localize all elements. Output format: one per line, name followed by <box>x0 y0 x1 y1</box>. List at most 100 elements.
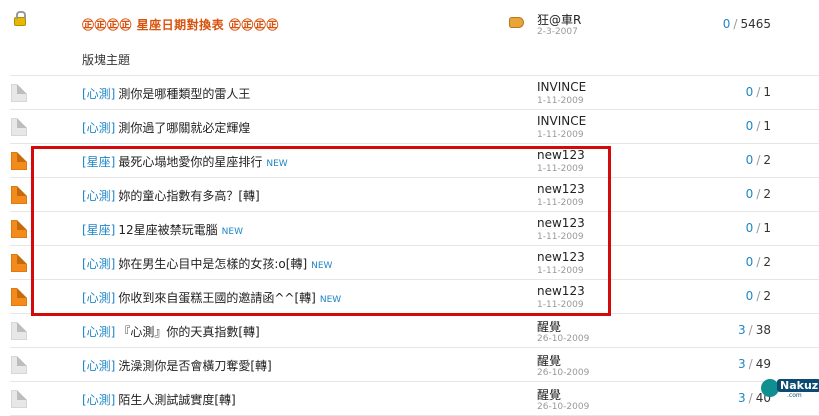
thread-category-tag[interactable]: [心測] <box>82 189 115 203</box>
thread-icon <box>11 390 27 408</box>
count-separator: / <box>756 119 761 133</box>
thread-row[interactable]: [星座] 12星座被禁玩電腦 NEW new123 1-11-2009 0/1 <box>10 212 819 246</box>
reply-count: 0 <box>745 153 754 167</box>
watermark-brand: Nakuz <box>777 379 819 392</box>
hot-thread-icon <box>11 152 27 170</box>
thread-title[interactable]: 妳的童心指數有多高？[轉] <box>118 189 259 203</box>
count-separator: / <box>756 255 761 269</box>
thread-date: 1-11-2009 <box>537 198 584 208</box>
thread-title[interactable]: 你收到來自蛋糕王國的邀請函^^[轉] <box>118 291 315 305</box>
hot-thread-icon <box>11 254 27 272</box>
thread-title[interactable]: 測你過了哪關就必定輝煌 <box>118 121 250 135</box>
reply-count: 0 <box>722 17 731 31</box>
count-separator: / <box>748 323 753 337</box>
thread-counts: 0/2 <box>746 289 771 303</box>
thread-date: 1-11-2009 <box>537 266 584 276</box>
thread-counts: 0/1 <box>746 85 771 99</box>
thread-title[interactable]: 『心測』你的天真指數[轉] <box>118 325 259 339</box>
thread-row[interactable]: [心測] 妳在男生心目中是怎樣的女孩:o[轉] NEW new123 1-11-2009… <box>10 246 819 280</box>
thread-category-tag[interactable]: [心測] <box>82 121 115 135</box>
hot-thread-icon <box>11 220 27 238</box>
thread-counts: 0/1 <box>746 221 771 235</box>
thread-author[interactable]: new123 <box>537 250 585 264</box>
thread-title-cell: [心測] 洗澡測你是否會橫刀奪愛[轉] <box>82 357 276 374</box>
thread-row[interactable]: [心測] 測你過了哪關就必定輝煌 INVINCE 1-11-2009 0/1 <box>10 110 819 144</box>
thread-row[interactable]: [心測] 妳的童心指數有多高？[轉] new123 1-11-2009 0/2 <box>10 178 819 212</box>
thread-date: 1-11-2009 <box>537 300 584 310</box>
thread-title[interactable]: 洗澡測你是否會橫刀奪愛[轉] <box>118 359 271 373</box>
thread-row[interactable]: [星座] 最死心塌地愛你的星座排行 NEW new123 1-11-2009 0/2 <box>10 144 819 178</box>
section-header: 版塊主題 <box>10 42 819 76</box>
thread-category-tag[interactable]: [心測] <box>82 359 115 373</box>
thread-author[interactable]: new123 <box>537 216 585 230</box>
thread-author[interactable]: 醒覺 <box>537 352 561 369</box>
thread-title-cell: [心測] 測你是哪種類型的雷人王 <box>82 85 254 102</box>
thread-counts: 0/2 <box>746 187 771 201</box>
thread-counts: 0/2 <box>746 255 771 269</box>
thread-row[interactable]: [心測] 你收到來自蛋糕王國的邀請函^^[轉] NEW new123 1-11-2009… <box>10 280 819 314</box>
watermark-logo: Nakuz .com <box>761 377 819 399</box>
thread-counts: 0/2 <box>746 153 771 167</box>
view-count: 2 <box>763 153 771 167</box>
thread-icon <box>11 356 27 374</box>
thread-icon <box>11 84 27 102</box>
thread-title[interactable]: 12星座被禁玩電腦 <box>118 223 217 237</box>
thread-category-tag[interactable]: [心測] <box>82 325 115 339</box>
sticky-thread-row[interactable]: ㊣㊣㊣㊣ 星座日期對換表 ㊣㊣㊣㊣ 狂@車R 2-3-2007 0/5465 <box>10 5 819 42</box>
thread-row[interactable]: [心測] 『心測』你的天真指數[轉] 醒覺 26-10-2009 3/38 <box>10 314 819 348</box>
thread-date: 1-11-2009 <box>537 96 584 106</box>
thread-title[interactable]: 測你是哪種類型的雷人王 <box>118 87 250 101</box>
thread-date: 1-11-2009 <box>537 130 584 140</box>
thread-row[interactable]: [心測] 陌生人測試誠實度[轉] 醒覺 26-10-2009 3/40 <box>10 382 819 416</box>
count-separator: / <box>756 153 761 167</box>
hot-thread-icon <box>11 288 27 306</box>
thread-title[interactable]: 最死心塌地愛你的星座排行 <box>118 155 262 169</box>
thread-date: 26-10-2009 <box>537 334 590 344</box>
thread-category-tag[interactable]: [心測] <box>82 257 115 271</box>
thread-date: 26-10-2009 <box>537 368 590 378</box>
reply-count: 0 <box>745 221 754 235</box>
thread-author[interactable]: new123 <box>537 182 585 196</box>
thread-title[interactable]: 妳在男生心目中是怎樣的女孩:o[轉] <box>118 257 307 271</box>
thread-author[interactable]: INVINCE <box>537 114 586 128</box>
reply-count: 3 <box>738 323 746 337</box>
view-count: 49 <box>755 357 771 371</box>
thread-author[interactable]: new123 <box>537 284 585 298</box>
thread-author[interactable]: 醒覺 <box>537 318 561 335</box>
thread-author[interactable]: 狂@車R <box>537 11 581 28</box>
view-count: 1 <box>763 221 771 235</box>
thread-counts: 0/1 <box>746 119 771 133</box>
sticky-thread-title[interactable]: ㊣㊣㊣㊣ 星座日期對換表 ㊣㊣㊣㊣ <box>82 16 279 33</box>
thread-title-cell: [心測] 測你過了哪關就必定輝煌 <box>82 119 254 136</box>
reply-count: 3 <box>738 391 746 405</box>
thread-category-tag[interactable]: [心測] <box>82 87 115 101</box>
thread-date: 26-10-2009 <box>537 402 590 412</box>
thread-icon <box>11 322 27 340</box>
thread-counts: 3/49 <box>738 357 771 371</box>
reply-count: 3 <box>738 357 746 371</box>
thread-title-cell: [心測] 妳的童心指數有多高？[轉] <box>82 187 264 204</box>
watermark-sub: .com <box>787 392 802 399</box>
thread-counts: 0/5465 <box>723 17 771 31</box>
new-badge: NEW <box>221 227 243 237</box>
thread-category-tag[interactable]: [星座] <box>82 155 115 169</box>
thread-author[interactable]: 醒覺 <box>537 386 561 403</box>
new-badge: NEW <box>311 261 333 271</box>
thread-author[interactable]: INVINCE <box>537 80 586 94</box>
thread-row[interactable]: [心測] 洗澡測你是否會橫刀奪愛[轉] 醒覺 26-10-2009 3/49 <box>10 348 819 382</box>
thread-row[interactable]: [心測] 測你是哪種類型的雷人王 INVINCE 1-11-2009 0/1 <box>10 76 819 110</box>
thread-counts: 3/38 <box>738 323 771 337</box>
reply-count: 0 <box>745 255 754 269</box>
thread-category-tag[interactable]: [心測] <box>82 291 115 305</box>
thread-title-cell: [星座] 12星座被禁玩電腦 NEW <box>82 221 243 238</box>
thread-category-tag[interactable]: [星座] <box>82 223 115 237</box>
count-separator: / <box>733 17 738 31</box>
thread-author[interactable]: new123 <box>537 148 585 162</box>
lock-icon <box>14 11 26 26</box>
hot-thread-icon <box>11 186 27 204</box>
reply-count: 0 <box>745 289 754 303</box>
view-count: 5465 <box>740 17 771 31</box>
new-badge: NEW <box>319 295 342 305</box>
view-count: 2 <box>763 255 771 269</box>
view-count: 2 <box>763 187 771 201</box>
